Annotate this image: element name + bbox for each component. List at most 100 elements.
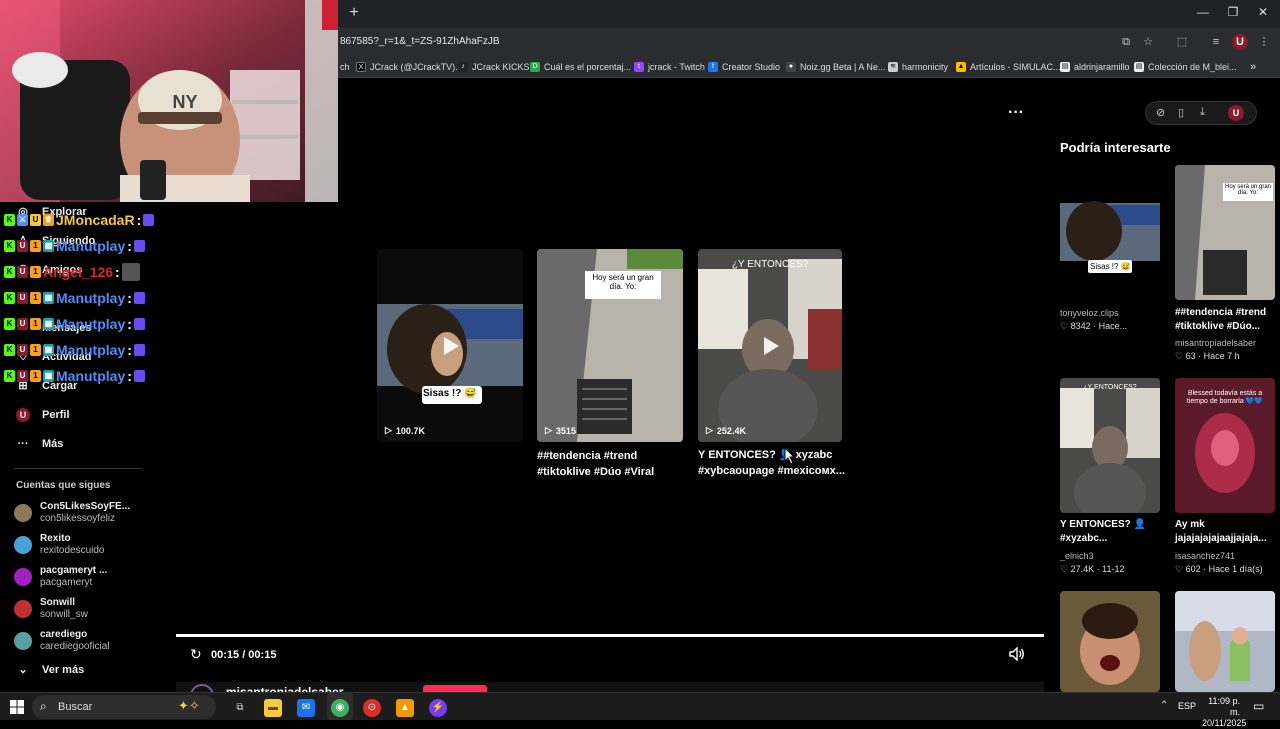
rec-title[interactable]: ##tendencia #trend #tiktoklive #Dúo... <box>1175 306 1266 334</box>
more-options-icon[interactable]: ··· <box>1008 104 1024 122</box>
webcam-overlay: NY <box>0 0 338 202</box>
task-view-icon[interactable]: ⧉ <box>231 699 249 717</box>
link-icon[interactable]: ⊘ <box>1156 106 1165 119</box>
volume-icon[interactable] <box>1009 647 1025 661</box>
nav-more[interactable]: ··· Más <box>16 434 64 454</box>
bookmark-item[interactable]: f Creator Studio <box>708 60 780 74</box>
video-overlay-text: ¿Y ENTONCES? <box>731 259 809 270</box>
restore-button[interactable]: ❐ <box>1218 5 1248 19</box>
play-icon <box>444 336 459 355</box>
active-app-highlight <box>327 693 353 720</box>
chat-line: K U 1 ▦ Manutplay: <box>4 237 145 255</box>
nav-profile[interactable]: U Perfil <box>16 405 70 425</box>
recommended-video[interactable]: Blessed todavía estás a tiempo de borrar… <box>1175 378 1275 513</box>
rec-username[interactable]: tonyveloz.clips <box>1060 308 1119 318</box>
close-window-button[interactable]: ✕ <box>1248 5 1278 19</box>
bookmark-item[interactable]: ▤ aldrinjaramillo <box>1060 60 1130 74</box>
windows-start-icon[interactable] <box>10 700 24 714</box>
rec-username[interactable]: _elnich3 <box>1060 551 1094 561</box>
view-count: ▷ 100.7K <box>385 425 425 436</box>
recommended-video[interactable]: Hoy será un gran día. Yo: <box>1175 165 1275 300</box>
mobile-icon[interactable]: ▯ <box>1178 106 1184 119</box>
profile-avatar-icon[interactable]: U <box>1232 34 1248 50</box>
obs-icon[interactable]: ⊙ <box>363 699 381 717</box>
rec-title[interactable]: Y ENTONCES? 👤 #xyzabc... <box>1060 518 1146 546</box>
bookmark-item[interactable]: ● Noiz.gg Beta | A Ne... <box>786 60 885 74</box>
doc-icon: ▤ <box>1060 62 1070 72</box>
followed-account[interactable]: Con5LikesSoyFE... con5likessoyfeliz <box>14 498 130 528</box>
messenger-icon[interactable]: ⚡ <box>429 699 447 717</box>
tray-chevron-icon[interactable]: ⌃ <box>1160 700 1168 711</box>
d-icon: D <box>530 62 540 72</box>
windows-taskbar: ⌕ Buscar ✦✧ ⧉ ▬ ✉ ◉ ⊙ ▲ ⚡ ⌃ ESP 11:09 p.… <box>0 692 1280 728</box>
followed-account[interactable]: Sonwill sonwill_sw <box>14 594 88 624</box>
language-indicator[interactable]: ESP <box>1178 701 1196 711</box>
recommended-video[interactable]: Sisas !? 😅 <box>1060 165 1160 300</box>
notifications-icon[interactable]: ▭ <box>1253 699 1264 713</box>
avatar[interactable] <box>190 684 214 692</box>
followed-account[interactable]: carediego carediegooficial <box>14 626 110 656</box>
following-title: Cuentas que sigues <box>16 480 111 491</box>
cast-icon[interactable]: ⧉ <box>1118 34 1134 50</box>
browser-titlebar: + — ❐ ✕ <box>338 0 1280 28</box>
bookmark-item[interactable]: ♪ JCrack KICKS <box>458 60 530 74</box>
followed-account[interactable]: pacgameryt ... pacgameryt <box>14 562 107 592</box>
rec-title[interactable]: Ay mk jajajajajajaajjajaja... <box>1175 518 1267 546</box>
more-dots-icon: ··· <box>17 438 29 450</box>
video-caption[interactable]: Y ENTONCES? 👤 xyzabc #xybcaoupage #mexic… <box>698 447 845 479</box>
tiktok-icon: ♪ <box>458 62 468 72</box>
streamer-webcam-image: NY <box>0 0 338 202</box>
minimize-button[interactable]: — <box>1188 5 1218 19</box>
profile-avatar-icon[interactable]: U <box>1228 105 1244 121</box>
outlook-icon[interactable]: ✉ <box>297 699 315 717</box>
twitch-icon: t <box>634 62 644 72</box>
replay-icon[interactable]: ↻ <box>190 646 202 663</box>
rec-username[interactable]: isasanchez741 <box>1175 551 1235 561</box>
bookmark-item[interactable]: ▤ Colección de M_blei... <box>1134 60 1237 74</box>
recommended-video[interactable] <box>1060 591 1160 692</box>
time-display: 00:15 / 00:15 <box>211 649 277 661</box>
bookmark-star-icon[interactable]: ☆ <box>1140 34 1156 50</box>
new-tab-button[interactable]: + <box>346 4 362 22</box>
clock[interactable]: 11:09 p. m. 20/11/2025 <box>1202 696 1246 729</box>
avatar <box>14 536 32 554</box>
bookmark-item[interactable]: ch <box>340 60 350 74</box>
adobe-icon[interactable]: ▲ <box>396 699 414 717</box>
extensions-icon[interactable]: ⬚ <box>1174 34 1190 50</box>
bookmark-item[interactable]: ▲ Artículos - SIMULAC... <box>956 60 1061 74</box>
address-bar: 867585?_r=1&_t=ZS-91ZhAhaFzJB ⧉ ☆ ⬚ ≡ U … <box>338 28 1280 56</box>
bookmarks-bar: ch X JCrack (@JCrackTV)... ♪ JCrack KICKS … <box>338 56 1280 78</box>
recommended-video[interactable]: ¿Y ENTONCES? <box>1060 378 1160 513</box>
rec-username[interactable]: misantropiadelsaber <box>1175 338 1256 348</box>
url-text[interactable]: 867585?_r=1&_t=ZS-91ZhAhaFzJB <box>340 36 500 47</box>
download-icon[interactable]: ⤓ <box>1200 106 1205 119</box>
harmonicity-icon: ≋ <box>888 62 898 72</box>
bookmarks-overflow-icon[interactable]: » <box>1250 60 1256 74</box>
video-card[interactable]: Hoy será un gran día. Yo: ▷ 3515 <box>537 249 683 442</box>
video-card[interactable]: Sisas !? 😅 ▷ 100.7K <box>377 249 523 442</box>
author-name[interactable]: misantropiadelsaber <box>226 685 343 692</box>
video-overlay-text: Hoy será un gran día. Yo: <box>592 273 654 291</box>
browser-menu-icon[interactable]: ⋮ <box>1256 34 1272 50</box>
file-explorer-icon[interactable]: ▬ <box>264 699 282 717</box>
bookmark-item[interactable]: t jcrack - Twitch <box>634 60 705 74</box>
video-thumbnail <box>1060 201 1160 273</box>
view-count: ▷ 252.4K <box>706 425 746 436</box>
chat-line: K U 1 ▦ Manutplay: <box>4 315 145 333</box>
media-control-icon[interactable]: ≡ <box>1208 34 1224 50</box>
drive-icon: ▲ <box>956 62 966 72</box>
see-more-button[interactable]: ⌄ Ver más <box>16 660 84 680</box>
video-overlay-text: Sisas !? 😅 <box>423 388 477 399</box>
taskbar-search-input[interactable]: ⌕ Buscar ✦✧ <box>32 695 216 719</box>
recommended-video[interactable] <box>1175 591 1275 692</box>
avatar <box>14 600 32 618</box>
bookmark-item[interactable]: D Cuál es el porcentaj... <box>530 60 631 74</box>
bookmark-item[interactable]: ≋ harmonicity <box>888 60 948 74</box>
play-icon <box>764 336 779 355</box>
bookmark-item[interactable]: X JCrack (@JCrackTV)... <box>356 60 463 74</box>
video-caption[interactable]: ##tendencia #trend #tiktoklive #Dúo #Vir… <box>537 448 654 480</box>
video-card[interactable]: ¿Y ENTONCES? ▷ 252.4K <box>698 249 842 442</box>
followed-account[interactable]: Rexito rexitodescuido <box>14 530 104 560</box>
progress-bar[interactable] <box>176 634 1044 637</box>
follow-button[interactable] <box>423 685 487 692</box>
